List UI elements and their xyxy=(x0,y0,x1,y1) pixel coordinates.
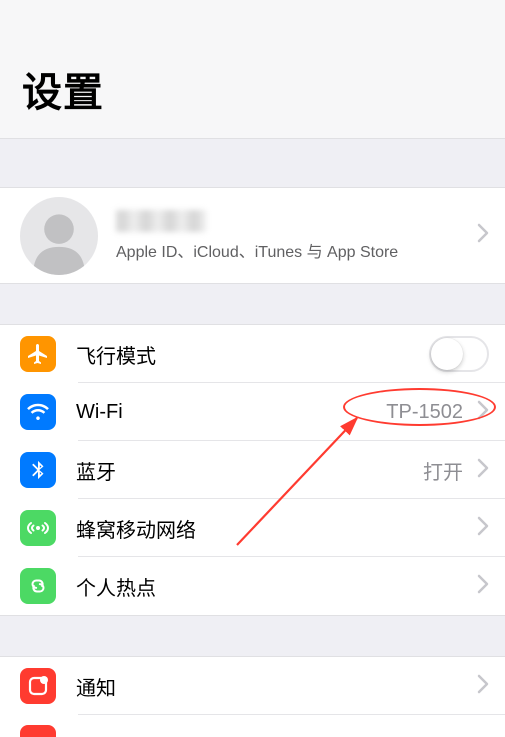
profile-text: Apple ID、iCloud、iTunes 与 App Store xyxy=(116,210,467,262)
partial-icon xyxy=(20,725,56,737)
cellular-label: 蜂窝移动网络 xyxy=(76,514,467,543)
header: 设置 xyxy=(0,0,505,138)
hotspot-icon xyxy=(20,568,56,604)
bluetooth-icon xyxy=(20,452,56,488)
airplane-mode-row[interactable]: 飞行模式 xyxy=(0,325,505,383)
bluetooth-row[interactable]: 蓝牙 打开 xyxy=(0,441,505,499)
cellular-icon xyxy=(20,510,56,546)
toggle-knob xyxy=(431,338,463,370)
wifi-label: Wi-Fi xyxy=(76,401,386,424)
chevron-right-icon xyxy=(477,400,489,425)
avatar xyxy=(20,197,98,275)
chevron-right-icon xyxy=(477,574,489,599)
chevron-right-icon xyxy=(477,458,489,483)
section-spacer xyxy=(0,615,505,657)
hotspot-row[interactable]: 个人热点 xyxy=(0,557,505,615)
chevron-right-icon xyxy=(477,223,489,248)
notifications-label: 通知 xyxy=(76,672,467,701)
section-spacer xyxy=(0,283,505,325)
profile-subtitle: Apple ID、iCloud、iTunes 与 App Store xyxy=(116,238,467,262)
chevron-right-icon xyxy=(477,516,489,541)
wifi-value: TP-1502 xyxy=(386,401,463,424)
hotspot-label: 个人热点 xyxy=(76,572,467,601)
cellular-row[interactable]: 蜂窝移动网络 xyxy=(0,499,505,557)
profile-name-redacted xyxy=(116,210,206,232)
bluetooth-value: 打开 xyxy=(423,456,463,485)
wifi-icon xyxy=(20,394,56,430)
airplane-mode-toggle[interactable] xyxy=(429,336,489,372)
airplane-mode-label: 飞行模式 xyxy=(76,340,429,369)
wifi-row[interactable]: Wi-Fi TP-1502 xyxy=(0,383,505,441)
notifications-icon xyxy=(20,668,56,704)
page-title: 设置 xyxy=(22,60,483,118)
airplane-icon xyxy=(20,336,56,372)
chevron-right-icon xyxy=(477,674,489,699)
profile-row[interactable]: Apple ID、iCloud、iTunes 与 App Store xyxy=(0,188,505,283)
section-spacer xyxy=(0,138,505,188)
bluetooth-label: 蓝牙 xyxy=(76,456,423,485)
notifications-row[interactable]: 通知 xyxy=(0,657,505,715)
